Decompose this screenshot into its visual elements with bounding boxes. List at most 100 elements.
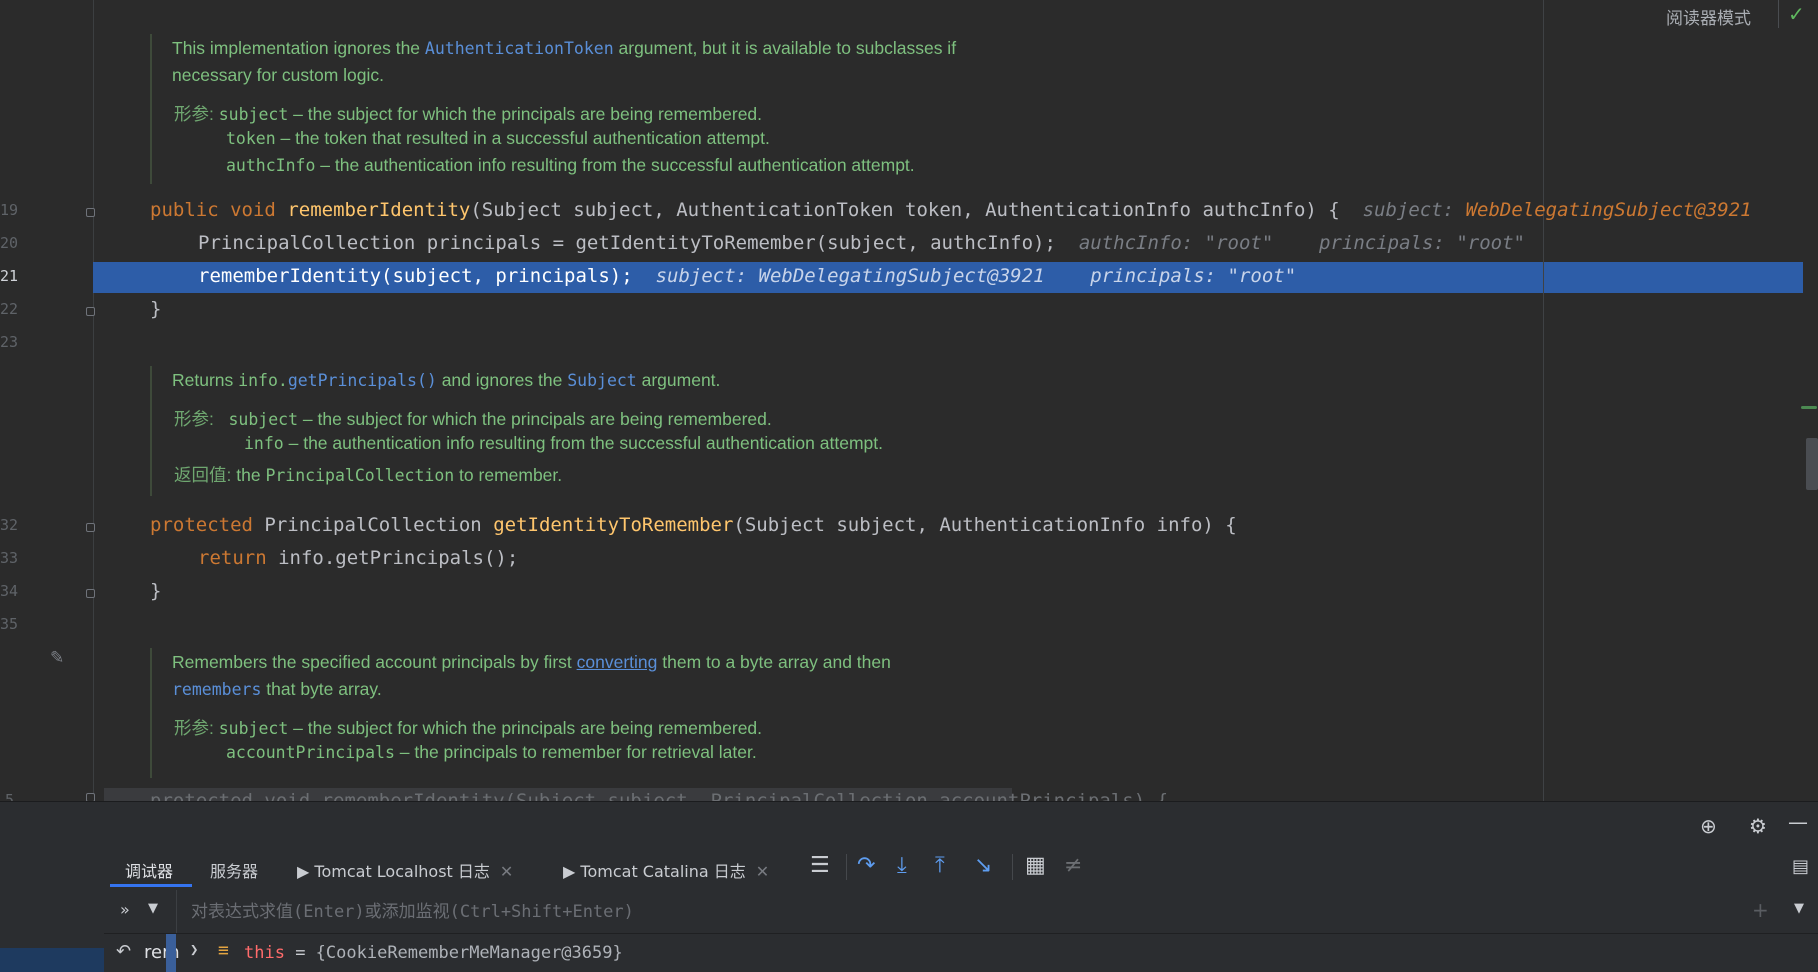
param-name: subject — [228, 410, 299, 429]
undo-icon: ↶ — [116, 941, 132, 962]
run-to-cursor-icon[interactable]: ↘ — [974, 853, 992, 878]
frames-panel-selection — [0, 948, 104, 972]
keyword: return — [198, 547, 267, 569]
return-type: PrincipalCollection — [264, 514, 482, 536]
threads-list-icon[interactable]: ☰ — [810, 853, 830, 878]
doc-text: that byte array. — [261, 679, 382, 699]
step-into-icon[interactable]: ⤓ — [897, 853, 907, 878]
method-signature: (Subject subject, AuthenticationToken to… — [470, 199, 1340, 221]
keyword: public — [150, 199, 219, 221]
params-label: 形参: — [174, 104, 214, 124]
chevron-down-icon[interactable]: ▼ — [148, 901, 158, 916]
line-number: 20 — [0, 234, 19, 252]
variable-value: {CookieRememberMeManager@3659} — [315, 943, 623, 963]
tab-debugger[interactable]: 调试器 — [125, 858, 173, 882]
right-margin-guide — [1543, 0, 1544, 801]
keyword: protected — [150, 514, 253, 536]
chevron-right-icon[interactable]: ❯ — [190, 942, 198, 958]
code-line[interactable]: return info.getPrincipals(); — [198, 547, 518, 569]
line-gutter: 19 20 21 22 23 32 33 34 35 5 ✎ — [0, 0, 95, 801]
param-name: info — [244, 434, 284, 453]
code-line[interactable]: } — [150, 298, 161, 320]
expand-icon[interactable]: » — [120, 900, 130, 919]
method-name: rememberIdentity — [287, 199, 471, 221]
divider — [1012, 854, 1013, 880]
edit-pencil-icon[interactable]: ✎ — [50, 648, 64, 668]
params-label: 形参: — [174, 718, 214, 738]
fold-marker[interactable] — [86, 208, 95, 217]
doc-code: PrincipalCollection — [265, 466, 455, 485]
code-line-current[interactable]: rememberIdentity(subject, principals); s… — [198, 265, 1296, 287]
code-line[interactable]: public void rememberIdentity(Subject sub… — [150, 199, 1752, 221]
param-name: accountPrincipals — [226, 743, 395, 762]
add-watch-icon[interactable]: + — [1752, 898, 1769, 922]
vertical-scrollbar[interactable] — [1801, 0, 1818, 801]
tab-tomcat-catalina[interactable]: ▶ Tomcat Catalina 日志 ✕ — [563, 858, 769, 882]
code-text: rememberIdentity(subject, principals); — [198, 265, 633, 287]
doc-link[interactable]: getPrincipals() — [288, 371, 437, 390]
doc-text: Remembers the specified account principa… — [172, 652, 577, 672]
step-out-icon[interactable]: ⤒ — [935, 853, 945, 878]
tab-tomcat-localhost[interactable]: ▶ Tomcat Localhost 日志 ✕ — [297, 858, 513, 882]
divider — [846, 854, 847, 880]
close-icon[interactable]: ✕ — [500, 862, 513, 881]
minimize-icon[interactable]: — — [1788, 810, 1808, 834]
doc-link[interactable]: AuthenticationToken — [425, 39, 614, 58]
scroll-thumb[interactable] — [1806, 438, 1818, 490]
param-desc: – the subject for which the principals a… — [298, 409, 772, 429]
doc-link[interactable]: converting — [577, 652, 658, 672]
param-name: subject — [218, 719, 289, 738]
fold-marker[interactable] — [86, 589, 95, 598]
step-over-icon[interactable]: ↷ — [857, 853, 875, 878]
line-number: 23 — [0, 333, 19, 351]
doc-code: info. — [238, 371, 288, 390]
debug-tabbar: 调试器 服务器 ▶ Tomcat Localhost 日志 ✕ ▶ Tomcat … — [0, 846, 1818, 891]
mute-breakpoints-icon[interactable]: ≠ — [1064, 853, 1082, 878]
fold-marker[interactable] — [86, 793, 95, 801]
chevron-down-icon[interactable]: ▼ — [1794, 901, 1804, 916]
javadoc-block: Remembers the specified account principa… — [150, 648, 1172, 778]
doc-link[interactable]: remembers — [172, 680, 261, 699]
close-icon[interactable]: ✕ — [756, 862, 769, 881]
scroll-marker — [1801, 406, 1817, 409]
code-line[interactable]: PrincipalCollection principals = getIden… — [198, 232, 1525, 254]
doc-text: the — [231, 465, 266, 485]
code-editor[interactable]: 19 20 21 22 23 32 33 34 35 5 ✎ This impl… — [0, 0, 1818, 801]
doc-text: argument, but it is available to subclas… — [613, 38, 957, 58]
evaluate-expression-input[interactable] — [177, 890, 1717, 933]
line-number: 22 — [0, 300, 19, 318]
returns-label: 返回值: — [174, 465, 232, 485]
tab-server[interactable]: 服务器 — [210, 858, 258, 882]
javadoc-block: This implementation ignores the Authenti… — [150, 34, 1172, 184]
param-desc: – the authentication info resulting from… — [315, 155, 915, 175]
doc-text: necessary for custom logic. — [172, 65, 385, 85]
console-icon: ▶ — [563, 862, 576, 881]
param-desc: – the subject for which the principals a… — [288, 104, 763, 124]
doc-text: to remember. — [454, 465, 563, 485]
evaluate-table-icon[interactable]: ▦ — [1025, 853, 1046, 878]
param-desc: – the subject for which the principals a… — [288, 718, 763, 738]
inline-hint: subject: WebDelegatingSubject@3921 princ… — [655, 265, 1297, 287]
line-number: 33 — [0, 549, 19, 567]
code-line[interactable]: protected PrincipalCollection getIdentit… — [150, 514, 1237, 536]
tab-label: Tomcat Localhost 日志 — [314, 862, 490, 881]
fold-marker[interactable] — [86, 307, 95, 316]
line-number: 34 — [0, 582, 19, 600]
fold-marker[interactable] — [86, 523, 95, 532]
divider — [1778, 0, 1779, 28]
param-desc: – the principals to remember for retriev… — [394, 742, 757, 762]
active-tab-indicator — [110, 884, 192, 887]
layout-icon[interactable]: ▤ — [1792, 856, 1809, 877]
crosshair-icon[interactable]: ⊕ — [1700, 814, 1717, 838]
line-number: 21 — [0, 267, 19, 285]
variable-name: this — [244, 943, 285, 963]
reader-mode-toggle[interactable]: 阅读器模式 — [1666, 4, 1751, 29]
code-line[interactable]: } — [150, 580, 161, 602]
doc-link[interactable]: Subject — [567, 371, 637, 390]
method-signature: (Subject subject, AuthenticationInfo inf… — [733, 514, 1237, 536]
doc-text: and ignores the — [436, 370, 568, 390]
gear-icon[interactable]: ⚙ — [1749, 814, 1767, 838]
doc-text: Returns — [172, 370, 239, 390]
code-line-partial[interactable]: protected void rememberIdentity(Subject … — [150, 790, 1168, 801]
code-text: info.getPrincipals(); — [278, 547, 519, 569]
